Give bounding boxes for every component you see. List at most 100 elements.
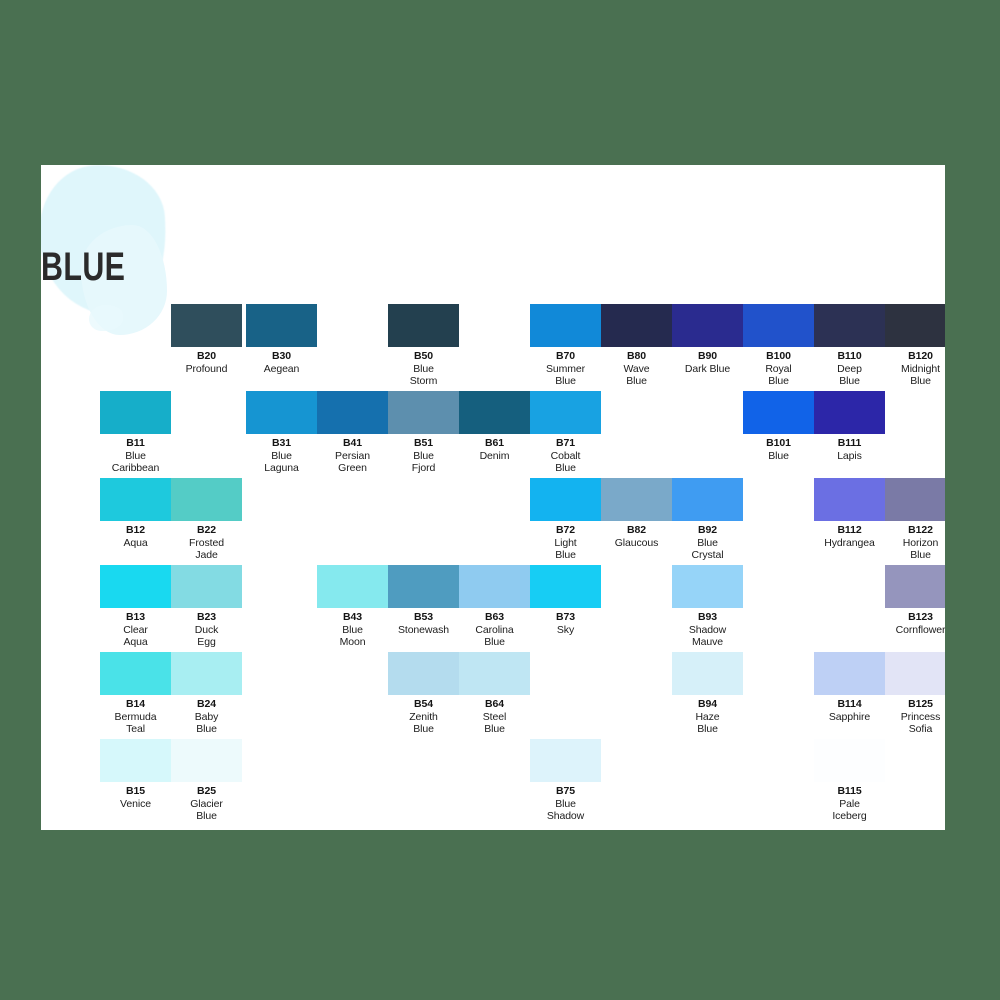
color-swatch[interactable] (459, 652, 530, 695)
swatch-cell[interactable]: B115 Pale Iceberg (814, 739, 885, 823)
swatch-code: B31 (272, 437, 291, 449)
color-swatch[interactable] (459, 391, 530, 434)
swatch-cell[interactable]: B125 Princess Sofia (885, 652, 945, 736)
swatch-cell-empty (317, 739, 388, 782)
swatch-cell[interactable]: B13 Clear Aqua (100, 565, 171, 649)
swatch-cell[interactable]: B24 Baby Blue (171, 652, 242, 736)
swatch-cell[interactable]: B64 Steel Blue (459, 652, 530, 736)
color-swatch[interactable] (171, 478, 242, 521)
color-swatch[interactable] (100, 652, 171, 695)
color-chart-page: BLUE B20 Profound B30 Aegean B50 Blue Storm B7… (41, 165, 945, 830)
color-swatch[interactable] (672, 565, 743, 608)
color-swatch[interactable] (171, 652, 242, 695)
color-swatch[interactable] (601, 478, 672, 521)
color-swatch[interactable] (885, 565, 945, 608)
swatch-code: B90 (698, 350, 717, 362)
swatch-cell[interactable]: B73 Sky (530, 565, 601, 636)
color-swatch[interactable] (601, 304, 672, 347)
swatch-cell[interactable]: B92 Blue Crystal (672, 478, 743, 562)
swatch-code: B61 (485, 437, 504, 449)
swatch-cell[interactable]: B90 Dark Blue (672, 304, 743, 375)
swatch-cell[interactable]: B101 Blue (743, 391, 814, 462)
color-swatch[interactable] (885, 478, 945, 521)
color-swatch[interactable] (530, 478, 601, 521)
swatch-cell[interactable]: B53 Stonewash (388, 565, 459, 636)
color-swatch[interactable] (814, 739, 885, 782)
color-swatch[interactable] (317, 565, 388, 608)
color-swatch[interactable] (743, 391, 814, 434)
color-swatch[interactable] (814, 478, 885, 521)
swatch-cell[interactable]: B43 Blue Moon (317, 565, 388, 649)
swatch-cell[interactable]: B114 Sapphire (814, 652, 885, 723)
color-swatch[interactable] (672, 652, 743, 695)
color-swatch[interactable] (672, 478, 743, 521)
color-swatch[interactable] (530, 304, 601, 347)
swatch-code: B112 (837, 524, 862, 536)
swatch-name: Glaucous (614, 536, 659, 549)
color-swatch[interactable] (672, 304, 743, 347)
swatch-code: B82 (627, 524, 646, 536)
swatch-cell[interactable]: B25 Glacier Blue (171, 739, 242, 823)
swatch-cell[interactable]: B111 Lapis (814, 391, 885, 462)
color-swatch[interactable] (388, 565, 459, 608)
color-swatch[interactable] (388, 391, 459, 434)
color-swatch[interactable] (530, 565, 601, 608)
swatch-cell[interactable]: B110 Deep Blue (814, 304, 885, 388)
swatch-cell[interactable]: B41 Persian Green (317, 391, 388, 475)
color-swatch[interactable] (171, 739, 242, 782)
swatch-code: B110 (837, 350, 862, 362)
color-swatch[interactable] (317, 391, 388, 434)
swatch-cell[interactable]: B14 Bermuda Teal (100, 652, 171, 736)
color-swatch[interactable] (814, 652, 885, 695)
swatch-cell[interactable]: B12 Aqua (100, 478, 171, 549)
swatch-cell[interactable]: B30 Aegean (246, 304, 317, 375)
swatch-cell[interactable]: B70 Summer Blue (530, 304, 601, 388)
swatch-cell[interactable]: B50 Blue Storm (388, 304, 459, 388)
color-swatch[interactable] (171, 304, 242, 347)
swatch-cell[interactable]: B22 Frosted Jade (171, 478, 242, 562)
color-swatch[interactable] (814, 391, 885, 434)
color-swatch[interactable] (100, 739, 171, 782)
color-swatch[interactable] (743, 304, 814, 347)
swatch-cell[interactable]: B120 Midnight Blue (885, 304, 945, 388)
swatch-cell[interactable]: B31 Blue Laguna (246, 391, 317, 475)
swatch-name: Aqua (123, 536, 148, 549)
color-swatch[interactable] (100, 391, 171, 434)
swatch-cell[interactable]: B80 Wave Blue (601, 304, 672, 388)
swatch-cell[interactable]: B123 Cornflower (885, 565, 945, 636)
color-swatch[interactable] (388, 304, 459, 347)
color-swatch[interactable] (100, 565, 171, 608)
swatch-name: Summer Blue (545, 362, 586, 388)
color-swatch[interactable] (459, 565, 530, 608)
color-swatch[interactable] (246, 391, 317, 434)
swatch-cell[interactable]: B54 Zenith Blue (388, 652, 459, 736)
swatch-cell[interactable]: B11 Blue Caribbean (100, 391, 171, 475)
swatch-cell[interactable]: B122 Horizon Blue (885, 478, 945, 562)
swatch-cell[interactable]: B61 Denim (459, 391, 530, 462)
color-swatch[interactable] (171, 565, 242, 608)
swatch-cell[interactable]: B94 Haze Blue (672, 652, 743, 736)
color-swatch[interactable] (885, 304, 945, 347)
color-swatch[interactable] (388, 652, 459, 695)
swatch-cell[interactable]: B100 Royal Blue (743, 304, 814, 388)
color-swatch[interactable] (100, 478, 171, 521)
swatch-cell[interactable]: B63 Carolina Blue (459, 565, 530, 649)
color-swatch[interactable] (246, 304, 317, 347)
swatch-cell[interactable]: B15 Venice (100, 739, 171, 810)
color-swatch[interactable] (530, 739, 601, 782)
swatch-name: Deep Blue (837, 362, 862, 388)
swatch-name: Shadow Mauve (688, 623, 727, 649)
swatch-cell[interactable]: B51 Blue Fjord (388, 391, 459, 475)
swatch-code: B94 (698, 698, 717, 710)
swatch-cell[interactable]: B93 Shadow Mauve (672, 565, 743, 649)
swatch-cell[interactable]: B23 Duck Egg (171, 565, 242, 649)
color-swatch[interactable] (885, 652, 945, 695)
swatch-cell[interactable]: B75 Blue Shadow (530, 739, 601, 823)
swatch-cell[interactable]: B72 Light Blue (530, 478, 601, 562)
swatch-cell[interactable]: B20 Profound (171, 304, 242, 375)
swatch-cell[interactable]: B82 Glaucous (601, 478, 672, 549)
swatch-cell[interactable]: B112 Hydrangea (814, 478, 885, 549)
color-swatch[interactable] (530, 391, 601, 434)
color-swatch[interactable] (814, 304, 885, 347)
swatch-cell[interactable]: B71 Cobalt Blue (530, 391, 601, 475)
